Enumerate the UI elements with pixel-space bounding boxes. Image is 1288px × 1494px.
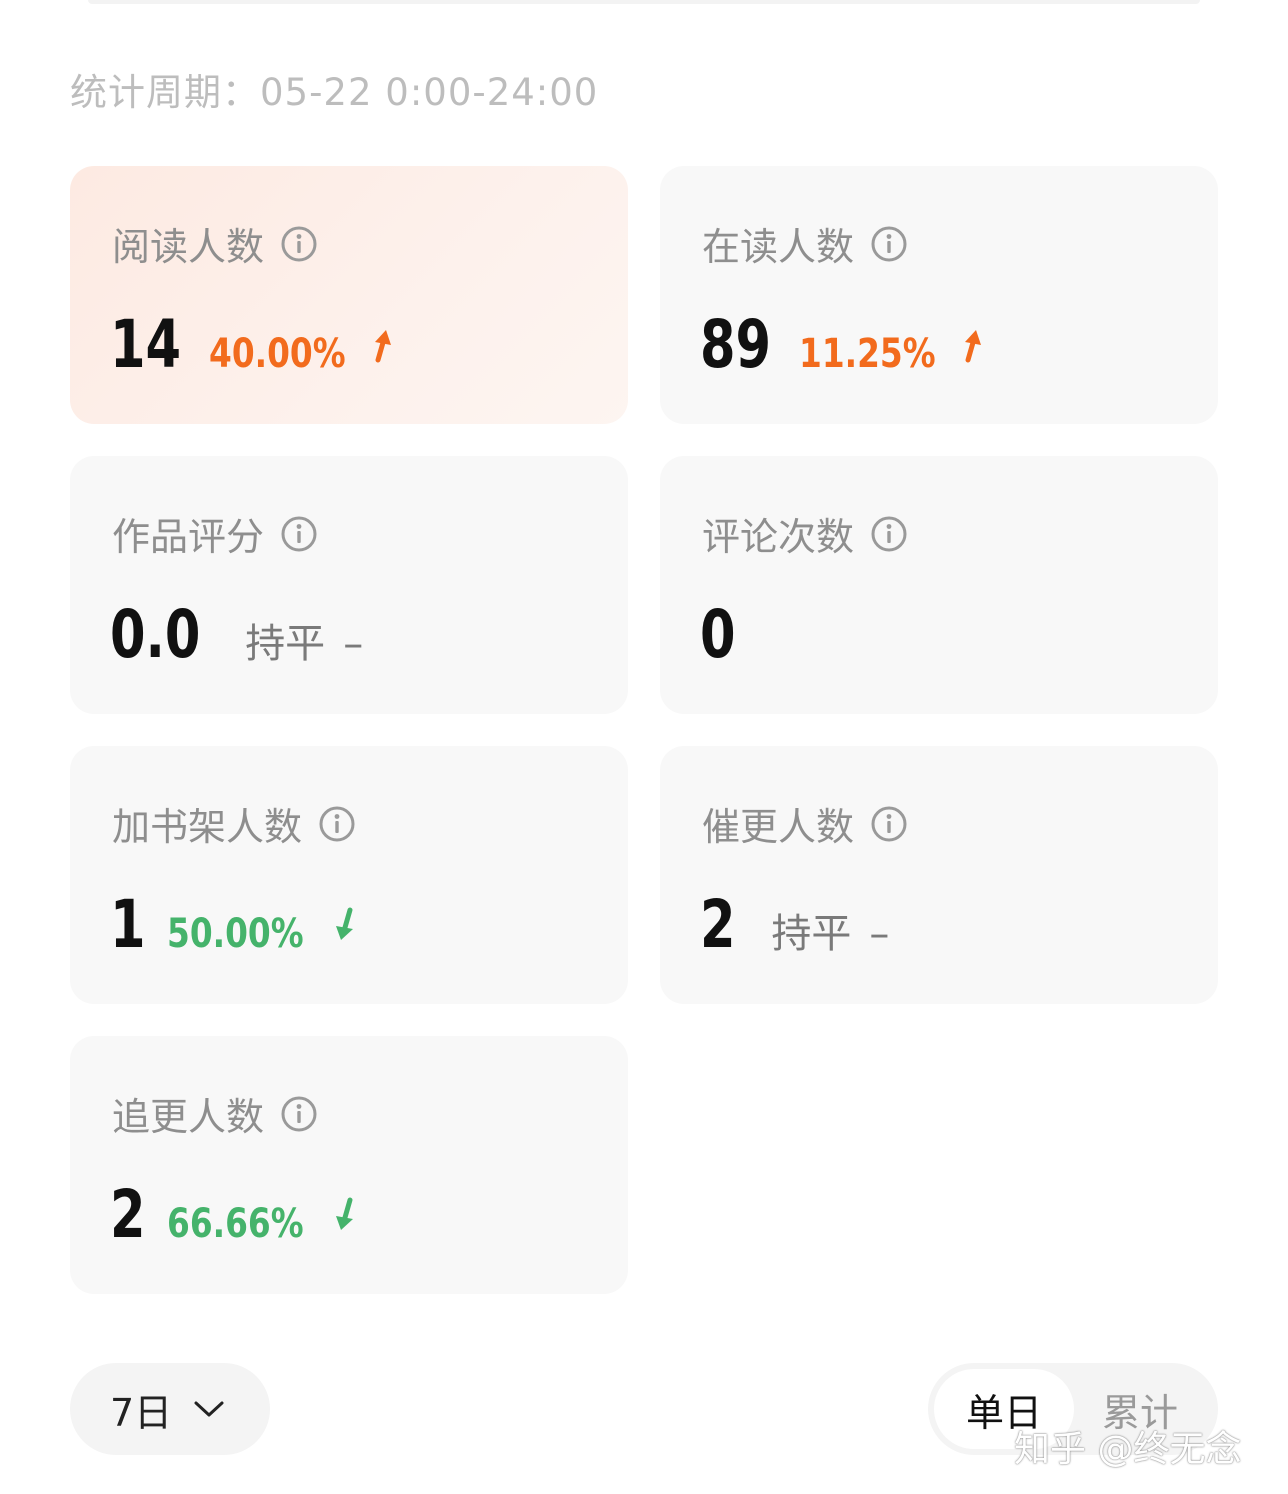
card-title-wrap: 评论次数: [702, 506, 908, 561]
card-title-wrap: 作品评分: [112, 506, 318, 561]
arrow-up-icon: [375, 329, 392, 362]
metric-flat-dash: –: [343, 621, 364, 667]
metric-change: 50.00%: [167, 911, 304, 957]
metric-value: 14: [110, 306, 182, 383]
card-value-row: 89 11.25%: [700, 306, 989, 383]
top-divider: [88, 0, 1200, 4]
card-current-readers[interactable]: 在读人数 89 11.25%: [660, 166, 1218, 424]
info-icon[interactable]: [280, 515, 318, 553]
card-title: 在读人数: [702, 225, 855, 269]
metric-value: 1: [110, 886, 146, 963]
metric-change: 11.25%: [798, 331, 936, 377]
card-title: 追更人数: [112, 1095, 265, 1139]
info-icon[interactable]: [870, 805, 908, 843]
arrow-down-icon: [335, 1197, 353, 1230]
card-title-wrap: 加书架人数: [112, 796, 356, 851]
card-title-wrap: 阅读人数: [112, 216, 318, 271]
metric-flat-dash: –: [869, 911, 890, 957]
card-title: 阅读人数: [112, 225, 265, 269]
info-icon[interactable]: [318, 805, 356, 843]
card-title: 催更人数: [702, 805, 855, 849]
card-value-row: 0: [700, 596, 745, 673]
metric-value: 2: [110, 1176, 146, 1253]
metric-value: 0.0: [110, 596, 201, 673]
card-followers[interactable]: 追更人数 2 66.66%: [70, 1036, 628, 1294]
range-label: 7日: [110, 1390, 173, 1435]
info-icon[interactable]: [870, 225, 908, 263]
arrow-down-icon: [335, 907, 353, 940]
chevron-down-icon: [194, 1401, 224, 1417]
metric-change: 40.00%: [208, 331, 346, 377]
card-rating[interactable]: 作品评分 0.0 持平 –: [70, 456, 628, 714]
metric-flat-label: 持平: [771, 911, 852, 957]
card-shelf-adds[interactable]: 加书架人数 1 50.00%: [70, 746, 628, 1004]
card-value-row: 0.0 持平 –: [110, 596, 363, 673]
watermark: 知乎 @终无念: [1014, 1429, 1242, 1470]
card-title: 评论次数: [702, 515, 855, 559]
card-title-wrap: 在读人数: [702, 216, 908, 271]
arrow-up-icon: [965, 329, 982, 362]
card-value-row: 2 持平 –: [700, 886, 889, 963]
metric-value: 89: [700, 306, 772, 383]
card-title: 加书架人数: [112, 805, 303, 849]
card-value-row: 2 66.66%: [110, 1176, 358, 1253]
card-update-requests[interactable]: 催更人数 2 持平 –: [660, 746, 1218, 1004]
info-icon[interactable]: [870, 515, 908, 553]
card-title: 作品评分: [112, 515, 265, 559]
metric-change: 66.66%: [167, 1201, 304, 1247]
card-comments[interactable]: 评论次数 0: [660, 456, 1218, 714]
card-value-row: 14 40.00%: [110, 306, 399, 383]
metric-flat-label: 持平: [245, 621, 326, 667]
stat-period: 统计周期：05-22 0:00-24:00: [70, 71, 599, 114]
card-readers[interactable]: 阅读人数 14 40.00%: [70, 166, 628, 424]
metric-value: 2: [700, 886, 736, 963]
info-icon[interactable]: [280, 225, 318, 263]
card-value-row: 1 50.00%: [110, 886, 358, 963]
metric-value: 0: [700, 596, 736, 673]
card-title-wrap: 催更人数: [702, 796, 908, 851]
card-title-wrap: 追更人数: [112, 1086, 318, 1141]
range-dropdown[interactable]: 7日: [70, 1363, 270, 1455]
info-icon[interactable]: [280, 1095, 318, 1133]
